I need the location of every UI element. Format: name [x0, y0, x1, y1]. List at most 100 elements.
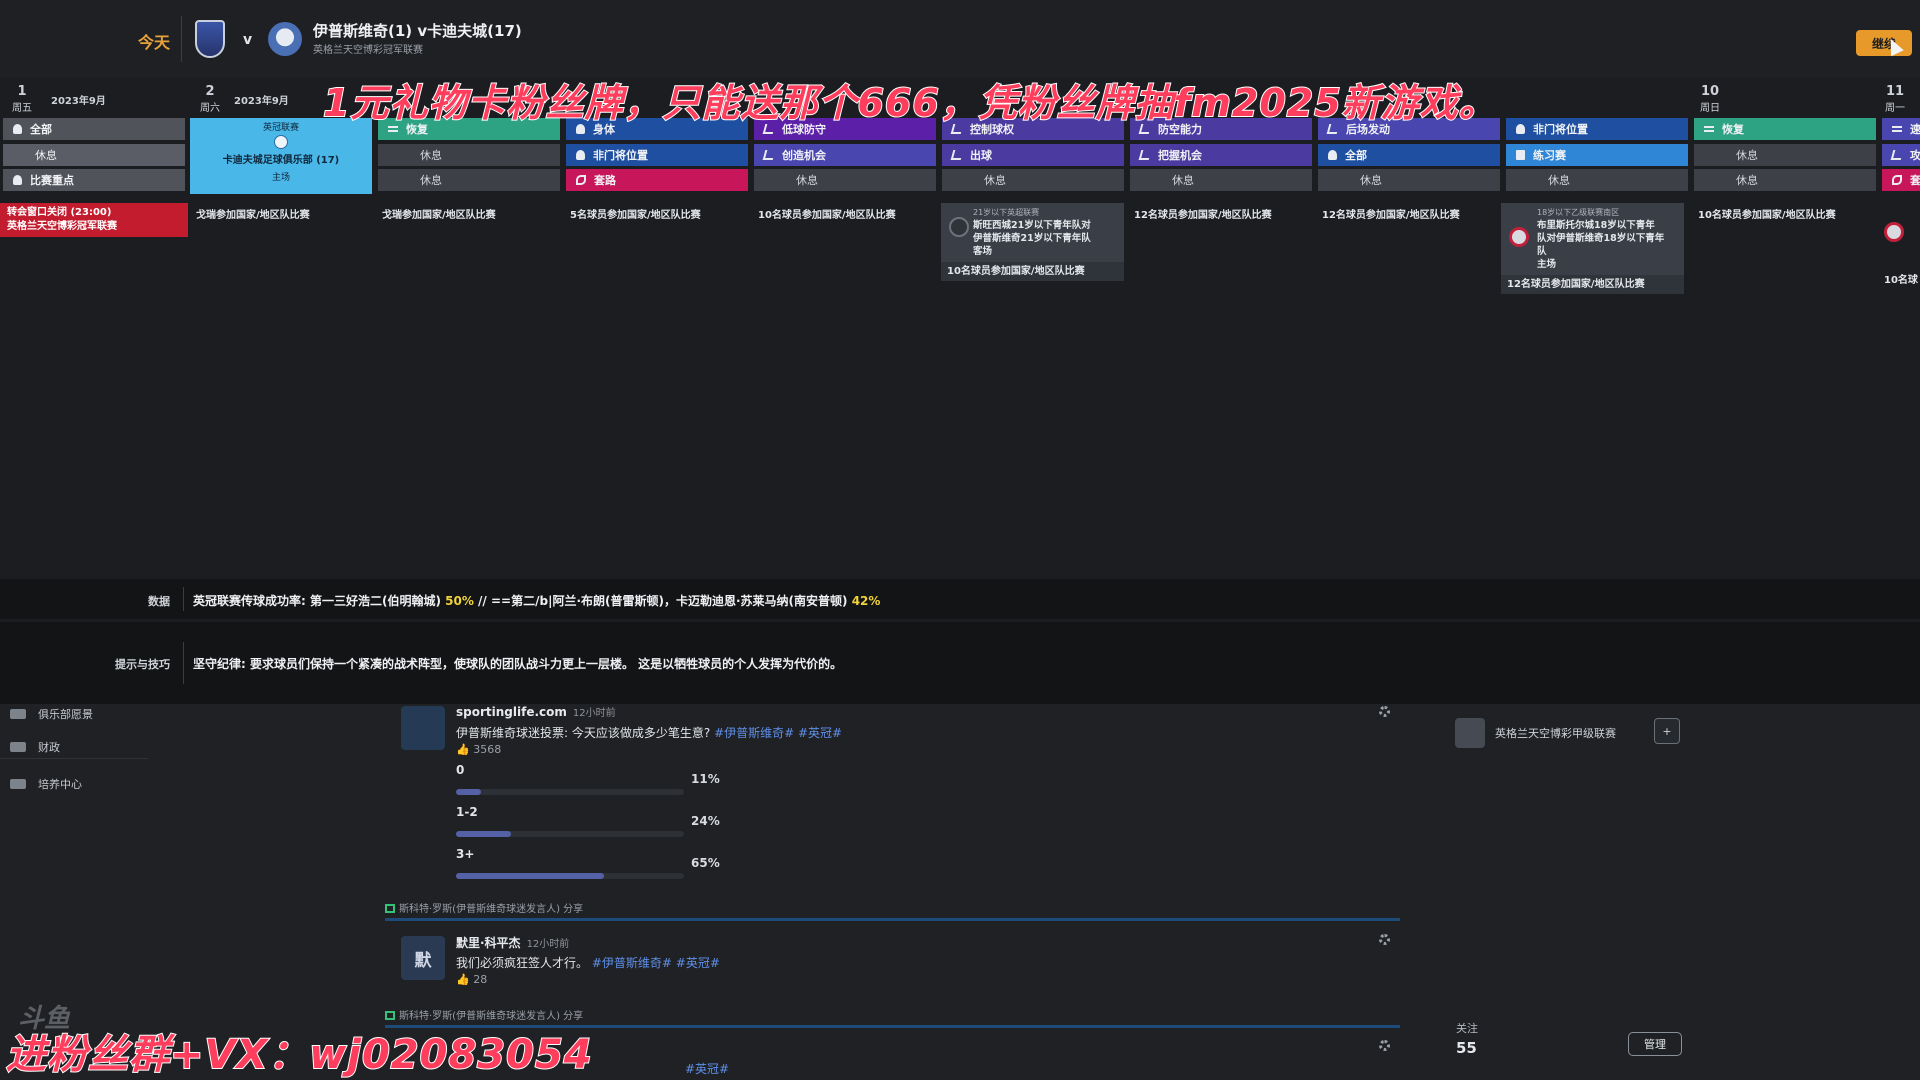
today-button[interactable]: 今天	[138, 29, 170, 53]
divider	[183, 642, 184, 684]
training-slot[interactable]: 休息	[378, 169, 560, 191]
slot-label: 休息	[1360, 174, 1382, 187]
post-time: 12小时前	[572, 708, 616, 719]
training-slot[interactable]: 恢复	[1694, 118, 1876, 140]
league-name: 英格兰天空博彩甲级联赛	[1495, 727, 1616, 740]
slot-label: 出球	[970, 149, 992, 162]
day-number: 2	[205, 84, 215, 99]
day-header: 10 周日	[1700, 84, 1720, 114]
post-text: 我们必须疯狂签人才行。 #伊普斯维奇# #英冠#	[456, 954, 720, 971]
slot-label: 全部	[1345, 149, 1367, 162]
manage-button[interactable]: 管理	[1628, 1032, 1682, 1056]
post-tag[interactable]: #英冠#	[685, 1062, 729, 1076]
like-count[interactable]: 👍 28	[456, 973, 487, 986]
post-tags[interactable]: #伊普斯维奇# #英冠#	[714, 726, 842, 740]
weekday: 周日	[1700, 103, 1720, 114]
sidebar-item-label: 财政	[38, 741, 60, 754]
training-slot[interactable]: 比赛重点	[3, 169, 185, 191]
training-slot[interactable]: 攻	[1882, 144, 1920, 166]
post-body: 我们必须疯狂签人才行。	[456, 956, 589, 970]
tips-text: 坚守纪律: 要求球员们保持一个紧凑的战术阵型，使球队的团队战斗力更上一层楼。 这…	[193, 657, 843, 671]
divider	[181, 16, 182, 62]
training-slot[interactable]: 非门将位置	[1506, 118, 1688, 140]
training-slot[interactable]: 出球	[942, 144, 1124, 166]
gear-icon[interactable]	[1379, 1040, 1390, 1051]
training-slot[interactable]: 全部	[3, 118, 185, 140]
away-crest-icon	[268, 22, 302, 56]
follow-icon[interactable]: +	[1654, 718, 1680, 744]
slot-label: 把握机会	[1158, 149, 1202, 162]
training-slot[interactable]: 练习赛	[1506, 144, 1688, 166]
training-slot[interactable]: 休息	[1694, 144, 1876, 166]
fixture-venue: 客场	[973, 246, 993, 257]
poll-bar[interactable]	[456, 789, 684, 795]
fixture-competition: 21岁以下英超联赛	[973, 208, 1040, 217]
avatar[interactable]	[401, 706, 445, 750]
slot-label: 套路	[594, 174, 616, 187]
slot-label: 休息	[1736, 149, 1758, 162]
training-slot[interactable]: 休息	[1506, 169, 1688, 191]
international-info: 5名球员参加国家/地区队比赛	[570, 210, 701, 221]
training-slot[interactable]: 休息	[1694, 169, 1876, 191]
day-number: 11	[1885, 84, 1905, 99]
vs-label: v	[243, 32, 253, 48]
training-slot[interactable]: 休息	[378, 144, 560, 166]
match-day-cell[interactable]: 英冠联赛 卡迪夫城足球俱乐部 (17) 主场	[190, 118, 372, 194]
training-slot[interactable]: 套路	[566, 169, 748, 191]
gear-icon[interactable]	[1379, 706, 1390, 717]
slot-label: 速	[1910, 123, 1920, 136]
share-notice: 斯科特·罗斯(伊普斯维奇球迷发言人) 分享	[385, 1007, 1400, 1022]
post-tags[interactable]: #伊普斯维奇# #英冠#	[592, 956, 720, 970]
training-slot[interactable]: 速	[1882, 118, 1920, 140]
poll-bar-fill	[456, 789, 482, 795]
post-tags: #英冠#	[685, 1060, 729, 1077]
followed-league[interactable]: 英格兰天空博彩甲级联赛	[1455, 718, 1616, 748]
international-info: 戈瑞参加国家/地区队比赛	[196, 210, 310, 221]
person-icon	[13, 175, 22, 185]
share-text: 斯科特·罗斯(伊普斯维奇球迷发言人) 分享	[399, 904, 584, 915]
set-piece-icon	[576, 175, 586, 185]
like-count-value: 28	[473, 973, 488, 986]
training-slot[interactable]: 休息	[1130, 169, 1312, 191]
slot-label: 休息	[1736, 174, 1758, 187]
development-centre-icon	[10, 779, 26, 789]
sidebar-item-development-centre[interactable]: 培养中心	[10, 776, 82, 792]
like-count-value: 3568	[473, 743, 502, 756]
league-badge-icon	[1455, 718, 1485, 748]
like-count[interactable]: 👍 3568	[456, 743, 501, 756]
training-slot[interactable]: 把握机会	[1130, 144, 1312, 166]
slot-label: 休息	[420, 149, 442, 162]
youth-fixture[interactable]: 21岁以下英超联赛 斯旺西城21岁以下青年队对 伊普斯维奇21岁以下青年队 客场…	[941, 203, 1124, 281]
training-slot[interactable]: 休息	[3, 144, 185, 166]
poll-bar[interactable]	[456, 873, 684, 879]
training-slot[interactable]: 全部	[1318, 144, 1500, 166]
post-author[interactable]: 默里·科平杰 12小时前	[456, 934, 569, 951]
training-slot[interactable]: 休息	[942, 169, 1124, 191]
training-slot[interactable]: 套	[1882, 169, 1920, 191]
training-slot[interactable]: 创造机会	[754, 144, 936, 166]
poll-bar[interactable]	[456, 831, 684, 837]
youth-fixture[interactable]: 18岁以下乙级联赛南区 布里斯托尔城18岁以下青年 队对伊普斯维奇18岁以下青年…	[1501, 203, 1684, 294]
training-slot[interactable]: 休息	[1318, 169, 1500, 191]
transfer-deadline-event[interactable]: 转会窗口关闭 (23:00) 英格兰天空博彩冠军联赛	[0, 203, 188, 237]
match-title[interactable]: 伊普斯维奇(1) v卡迪夫城(17)	[313, 20, 522, 41]
gear-icon[interactable]	[1379, 934, 1390, 945]
international-info: 10名球	[1884, 275, 1918, 286]
avatar[interactable]: 默	[401, 936, 445, 980]
poll-option-label: 3+	[456, 847, 475, 861]
sidebar-item-club-vision[interactable]: 俱乐部愿景	[10, 706, 93, 722]
training-slot[interactable]: 非门将位置	[566, 144, 748, 166]
post-time: 12小时前	[526, 939, 570, 950]
stream-banner-top: 1元礼物卡粉丝牌，只能送那个666，凭粉丝牌抽fm2025新游戏。	[322, 80, 1498, 126]
share-icon	[385, 1011, 395, 1020]
slot-label: 休息	[35, 149, 57, 162]
set-piece-icon	[1892, 175, 1902, 185]
match-venue: 主场	[271, 173, 290, 183]
training-slot[interactable]: 休息	[754, 169, 936, 191]
event-subtitle: 英格兰天空博彩冠军联赛	[7, 221, 117, 232]
day-header: 1 周五	[12, 84, 32, 114]
fixture-competition: 18岁以下乙级联赛南区	[1537, 208, 1620, 217]
sidebar-item-finances[interactable]: 财政	[10, 739, 60, 755]
tips-row: 提示与技巧 坚守纪律: 要求球员们保持一个紧凑的战术阵型，使球队的团队战斗力更上…	[0, 622, 1920, 704]
post-author[interactable]: sportinglife.com 12小时前	[456, 704, 616, 719]
